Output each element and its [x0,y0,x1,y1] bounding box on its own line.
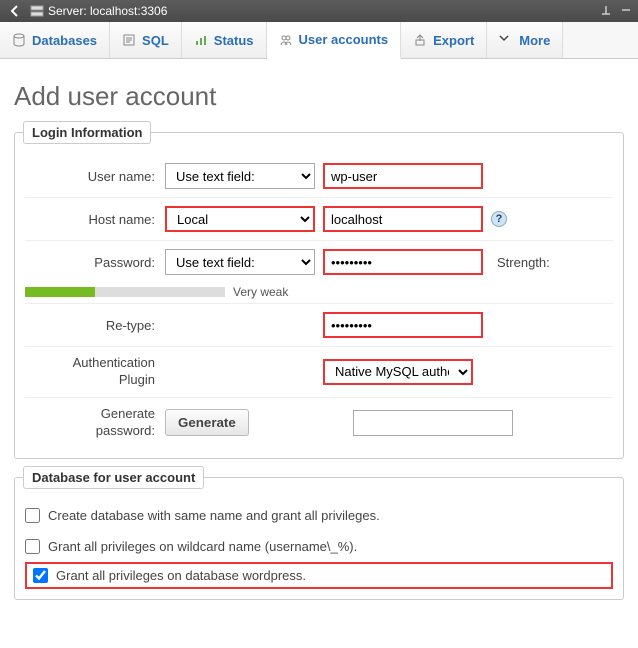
grant-wildcard-label: Grant all privileges on wildcard name (u… [48,539,357,554]
sql-icon [122,33,136,47]
tab-databases[interactable]: Databases [0,22,110,58]
export-icon [413,33,427,47]
username-input[interactable] [323,163,483,189]
hostname-label: Host name: [25,212,165,227]
tab-sql[interactable]: SQL [110,22,182,58]
tab-label: SQL [142,33,169,48]
login-information-fieldset: Login Information User name: Use text fi… [14,132,624,459]
tab-status[interactable]: Status [182,22,267,58]
create-db-checkbox[interactable] [25,508,40,523]
window-min-icon[interactable] [600,4,612,19]
tab-label: Export [433,33,474,48]
tab-label: User accounts [299,32,389,47]
grant-db-checkbox[interactable] [33,568,48,583]
strength-bar [25,287,225,297]
server-icon [30,4,44,18]
database-for-user-legend: Database for user account [23,466,204,489]
password-mode-select[interactable]: Use text field: [165,249,315,275]
server-label: Server: localhost:3306 [48,4,167,18]
user-accounts-icon [279,33,293,47]
top-tabs: Databases SQL Status User accounts Expor… [0,22,638,59]
tab-label: Status [214,33,254,48]
tab-label: More [519,33,550,48]
login-information-legend: Login Information [23,121,151,144]
grant-db-label: Grant all privileges on database wordpre… [56,568,306,583]
tab-more[interactable]: More [487,22,563,58]
generated-password-input[interactable] [353,410,513,436]
grant-wildcard-checkbox[interactable] [25,539,40,554]
tab-export[interactable]: Export [401,22,487,58]
hostname-mode-select[interactable]: Local [165,206,315,232]
auth-plugin-select[interactable]: Native MySQL authentication [323,359,473,385]
page-title: Add user account [14,81,624,112]
retype-password-input[interactable] [323,312,483,338]
username-label: User name: [25,169,165,184]
status-icon [194,33,208,47]
window-close-icon[interactable] [620,4,632,19]
help-icon[interactable]: ? [491,211,507,227]
strength-label: Strength: [497,255,550,270]
strength-bar-fill [25,287,95,297]
tab-user-accounts[interactable]: User accounts [267,22,402,59]
tab-label: Databases [32,33,97,48]
password-strength-meter: Very weak [25,285,613,299]
hostname-input[interactable] [323,206,483,232]
window-titlebar: Server: localhost:3306 [0,0,638,22]
strength-text: Very weak [233,285,288,299]
database-for-user-fieldset: Database for user account Create databas… [14,477,624,600]
generate-password-label: Generatepassword: [25,406,165,440]
retype-label: Re-type: [25,318,165,333]
auth-plugin-label: AuthenticationPlugin [25,355,165,389]
password-label: Password: [25,255,165,270]
create-db-label: Create database with same name and grant… [48,508,380,523]
password-input[interactable] [323,249,483,275]
generate-button[interactable]: Generate [165,409,249,436]
chevron-down-icon [499,33,513,47]
back-icon[interactable] [6,2,24,20]
username-mode-select[interactable]: Use text field: [165,163,315,189]
database-icon [12,33,26,47]
